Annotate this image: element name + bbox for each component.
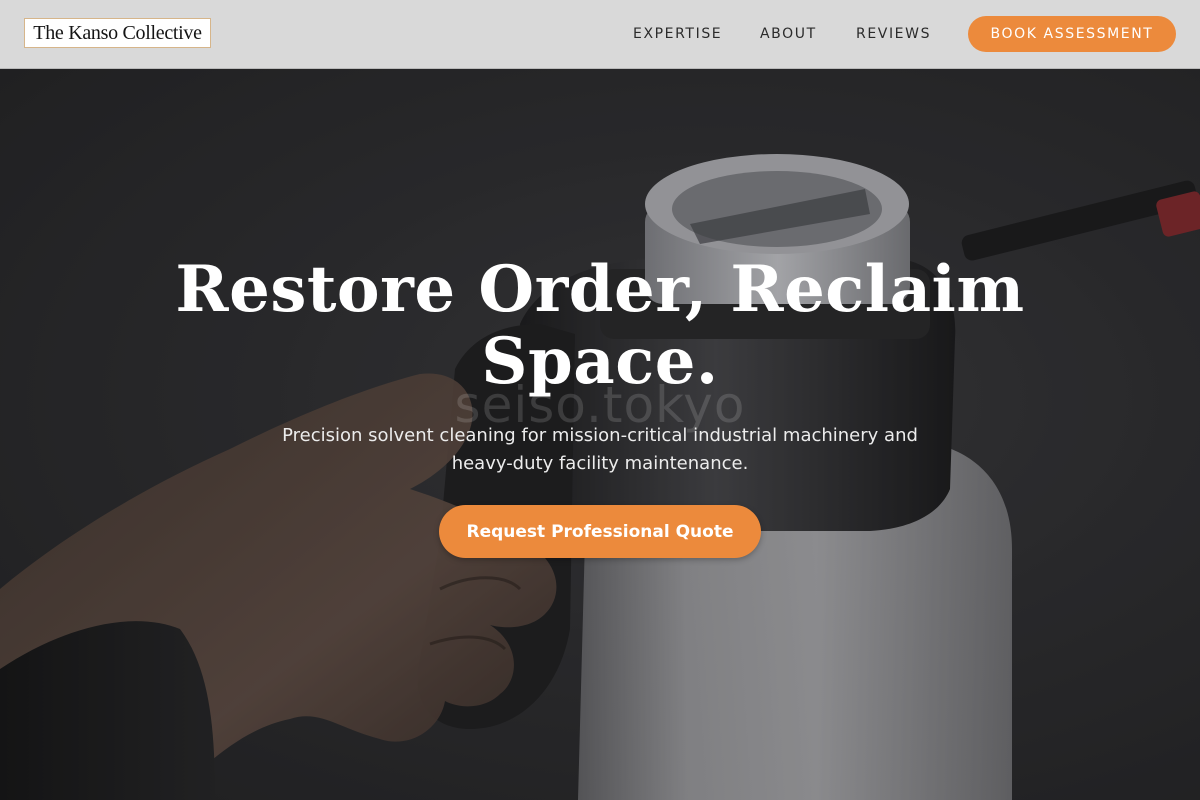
page: The Kanso Collective EXPERTISE ABOUT REV…: [0, 0, 1200, 800]
hero-title: Restore Order, Reclaim Space.: [175, 252, 1025, 399]
hero-section: seiso.tokyo Restore Order, Reclaim Space…: [0, 69, 1200, 800]
nav-item-about[interactable]: ABOUT: [760, 0, 817, 68]
nav-item-reviews[interactable]: REVIEWS: [856, 0, 931, 68]
request-quote-button[interactable]: Request Professional Quote: [439, 505, 761, 558]
nav-item-expertise[interactable]: EXPERTISE: [633, 0, 722, 68]
book-assessment-button[interactable]: BOOK ASSESSMENT: [968, 16, 1176, 52]
site-header: The Kanso Collective EXPERTISE ABOUT REV…: [0, 0, 1200, 69]
hero-subtitle: Precision solvent cleaning for mission-c…: [282, 425, 918, 474]
logo[interactable]: The Kanso Collective: [24, 18, 211, 48]
